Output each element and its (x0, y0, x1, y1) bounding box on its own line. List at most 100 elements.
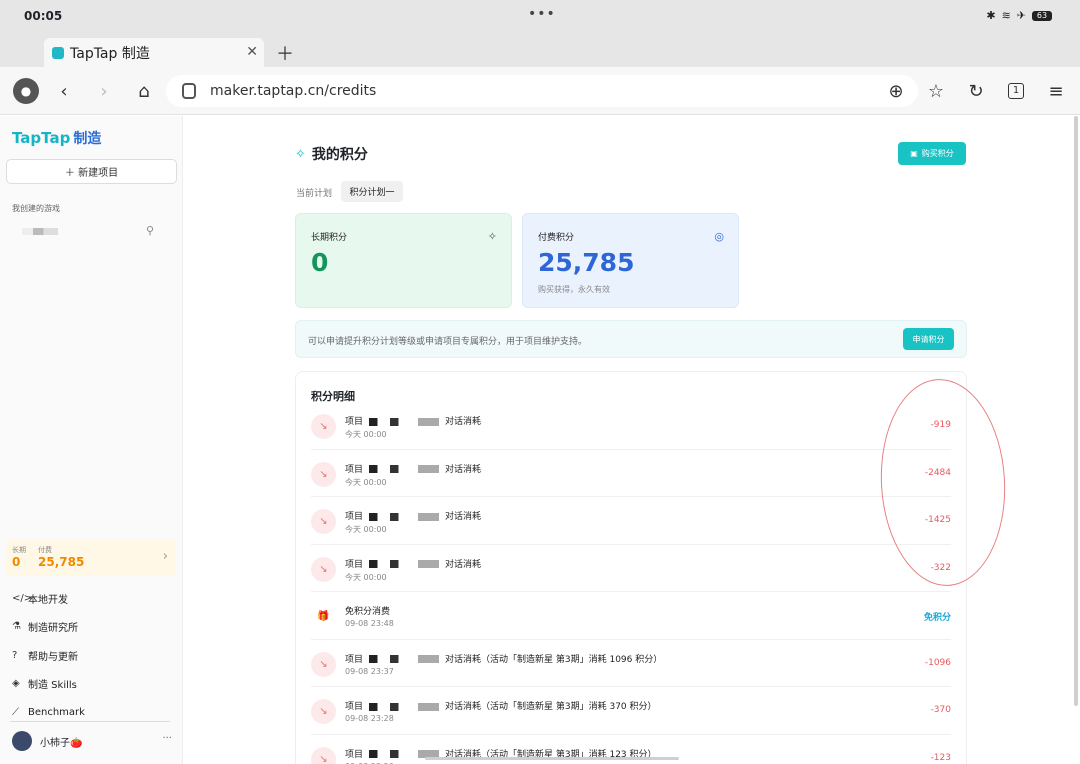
card-subtitle: 购买获得，永久有效 (538, 285, 610, 294)
row-time: 09-08 23:37 (345, 666, 394, 676)
taptap-maker-logo[interactable]: TapTap 制造 (12, 128, 101, 148)
redacted-project-name (369, 655, 440, 663)
sidebar-divider (10, 721, 170, 722)
wifi-icon: ≋ (1001, 9, 1011, 22)
sidebar-item-local-dev[interactable]: </> 本地开发 (12, 584, 177, 613)
close-tab-icon[interactable]: ✕ (246, 44, 258, 60)
buy-credits-button[interactable]: ▣ 购买积分 (898, 142, 966, 165)
bluetooth-icon: ✱ (986, 9, 996, 22)
list-item[interactable]: ↘ 项目 对话消耗 今天 00:00 -322 (311, 545, 951, 592)
trend-down-icon: ↘ (311, 651, 336, 677)
coin-icon: ◎ (714, 230, 724, 243)
list-item[interactable]: ↘ 项目 对话消耗（活动「制造新星 第3期」消耗 370 积分） 09-08 23:2… (311, 687, 951, 735)
row-name: 免积分消费 (345, 607, 391, 617)
redacted-project-name (369, 702, 440, 711)
row-name: 项目 对话消耗 (345, 559, 482, 570)
row-time: 今天 00:00 (345, 525, 387, 534)
sidebar: TapTap 制造 ＋ 新建项目 我创建的游戏 ⚲ 长期 0 付费 25,785 … (0, 116, 183, 764)
vertical-scrollbar[interactable] (1074, 116, 1078, 706)
menu-icon[interactable]: ≡ (1043, 78, 1069, 104)
page-title: ✧ 我的积分 (295, 146, 368, 164)
url-field[interactable]: maker.taptap.cn/credits (166, 75, 918, 107)
long-credits-value: 0 (311, 248, 329, 277)
trend-down-icon: ↘ (311, 509, 336, 534)
trend-down-icon: ↘ (311, 461, 336, 487)
list-item[interactable]: 🎁 免积分消费 09-08 23:48 免积分 (311, 592, 951, 640)
sparkle-icon: ✧ (487, 230, 497, 243)
tab-bar: TapTap 制造 ✕ (0, 34, 1080, 67)
paid-label: 付费 (38, 546, 52, 554)
notice-text: 可以申请提升积分计划等级或申请项目专属积分，用于项目维护支持。 (308, 337, 588, 347)
sidebar-item-skills[interactable]: ◈ 制造 Skills (12, 670, 177, 699)
redacted-project-name (369, 465, 440, 473)
row-amount: -1096 (924, 657, 951, 668)
row-time: 今天 00:00 (345, 430, 387, 439)
paid-credits-card: 付费积分 ◎ 25,785 购买获得，永久有效 (522, 213, 739, 308)
user-profile[interactable]: 小柿子🍅 ··· (12, 730, 172, 752)
multitask-dots[interactable]: ••• (528, 6, 556, 22)
card-title: 长期积分 (311, 233, 348, 243)
code-icon: </> (12, 592, 33, 604)
list-item[interactable]: ↘ 项目 对话消耗 今天 00:00 -919 (311, 402, 951, 450)
new-tab-button[interactable]: ＋ (276, 40, 294, 66)
current-plan-label: 当前计划 (296, 189, 333, 199)
row-time: 09-08 23:28 (345, 714, 394, 723)
list-item[interactable]: ↘ 项目 对话消耗 今天 00:00 -2484 (311, 450, 951, 497)
sidebar-item-benchmark[interactable]: ⟋ Benchmark (12, 698, 177, 727)
apply-credits-notice: 可以申请提升积分计划等级或申请项目专属积分，用于项目维护支持。 申请积分 (295, 320, 967, 358)
sidebar-credit-summary[interactable]: 长期 0 付费 25,785 › (6, 539, 176, 576)
trend-down-icon: ↘ (311, 699, 336, 724)
reload-icon[interactable]: ↻ (963, 78, 989, 104)
row-name: 项目 对话消耗（活动「制造新星 第3期」消耗 1096 积分） (345, 654, 663, 665)
sparkle-icon: ✧ (295, 146, 306, 162)
site-info-icon[interactable] (182, 83, 196, 99)
sidebar-item-help[interactable]: ? 帮助与更新 (12, 641, 177, 670)
list-item[interactable]: ↘ 项目 对话消耗 今天 00:00 -1425 (311, 497, 951, 545)
row-amount: 免积分 (923, 613, 951, 623)
chart-icon: ⟋ (12, 706, 19, 718)
tab-count-button[interactable]: 1 (1003, 78, 1029, 104)
paid-credits-value: 25,785 (538, 248, 635, 277)
address-bar: ● ‹ › ⌂ maker.taptap.cn/credits ⊕ ☆ ↻ 1 … (0, 67, 1080, 115)
list-item[interactable]: ↘ 项目 对话消耗（活动「制造新星 第3期」消耗 1096 积分） 09-08 23:… (311, 640, 951, 687)
tab-title: TapTap 制造 (70, 45, 150, 62)
row-amount: -370 (930, 705, 951, 715)
profile-icon[interactable]: ● (13, 78, 39, 104)
card-title: 付费积分 (538, 233, 575, 243)
horizontal-scrollbar[interactable] (425, 757, 679, 760)
back-icon[interactable]: ‹ (51, 78, 77, 104)
url-text: maker.taptap.cn/credits (210, 83, 377, 99)
sidebar-item-lab[interactable]: ⚗ 制造研究所 (12, 613, 177, 642)
browser-tab[interactable]: TapTap 制造 ✕ (44, 38, 264, 67)
battery-icon: 63 (1032, 10, 1052, 21)
apply-credits-button[interactable]: 申请积分 (903, 328, 954, 350)
game-list-item[interactable]: ⚲ (22, 224, 172, 238)
new-project-button[interactable]: ＋ 新建项目 (6, 159, 177, 184)
row-time: 今天 00:00 (345, 572, 387, 582)
redacted-project-name (369, 512, 440, 521)
long-value: 0 (12, 555, 21, 569)
row-time: 今天 00:00 (345, 477, 387, 487)
redacted-project-name (369, 560, 440, 568)
zoom-in-icon[interactable]: ⊕ (883, 78, 909, 104)
pin-icon[interactable]: ⚲ (146, 224, 154, 237)
my-games-label: 我创建的游戏 (12, 204, 60, 213)
taptap-favicon-icon (52, 46, 64, 59)
help-icon: ? (12, 649, 18, 661)
more-icon[interactable]: ··· (162, 733, 172, 744)
trend-down-icon: ↘ (311, 414, 336, 439)
forward-icon[interactable]: › (91, 78, 117, 104)
redacted-project-name (369, 417, 440, 426)
paid-value: 25,785 (38, 555, 85, 569)
current-plan-chip: 积分计划一 (341, 181, 403, 202)
row-time: 09-08 23:48 (345, 619, 394, 628)
detail-list: ↘ 项目 对话消耗 今天 00:00 -919 ↘ 项目 对话消耗 今天 00:00 -2484 ↘… (296, 402, 966, 764)
chevron-right-icon: › (162, 549, 168, 564)
row-name: 项目 对话消耗（活动「制造新星 第3期」消耗 370 积分） (345, 702, 657, 712)
cube-icon: ◈ (12, 678, 20, 690)
user-name: 小柿子🍅 (40, 737, 83, 749)
trend-down-icon: ↘ (311, 746, 336, 764)
home-icon[interactable]: ⌂ (131, 78, 157, 104)
trend-down-icon: ↘ (311, 556, 336, 582)
bookmark-star-icon[interactable]: ☆ (923, 78, 949, 104)
